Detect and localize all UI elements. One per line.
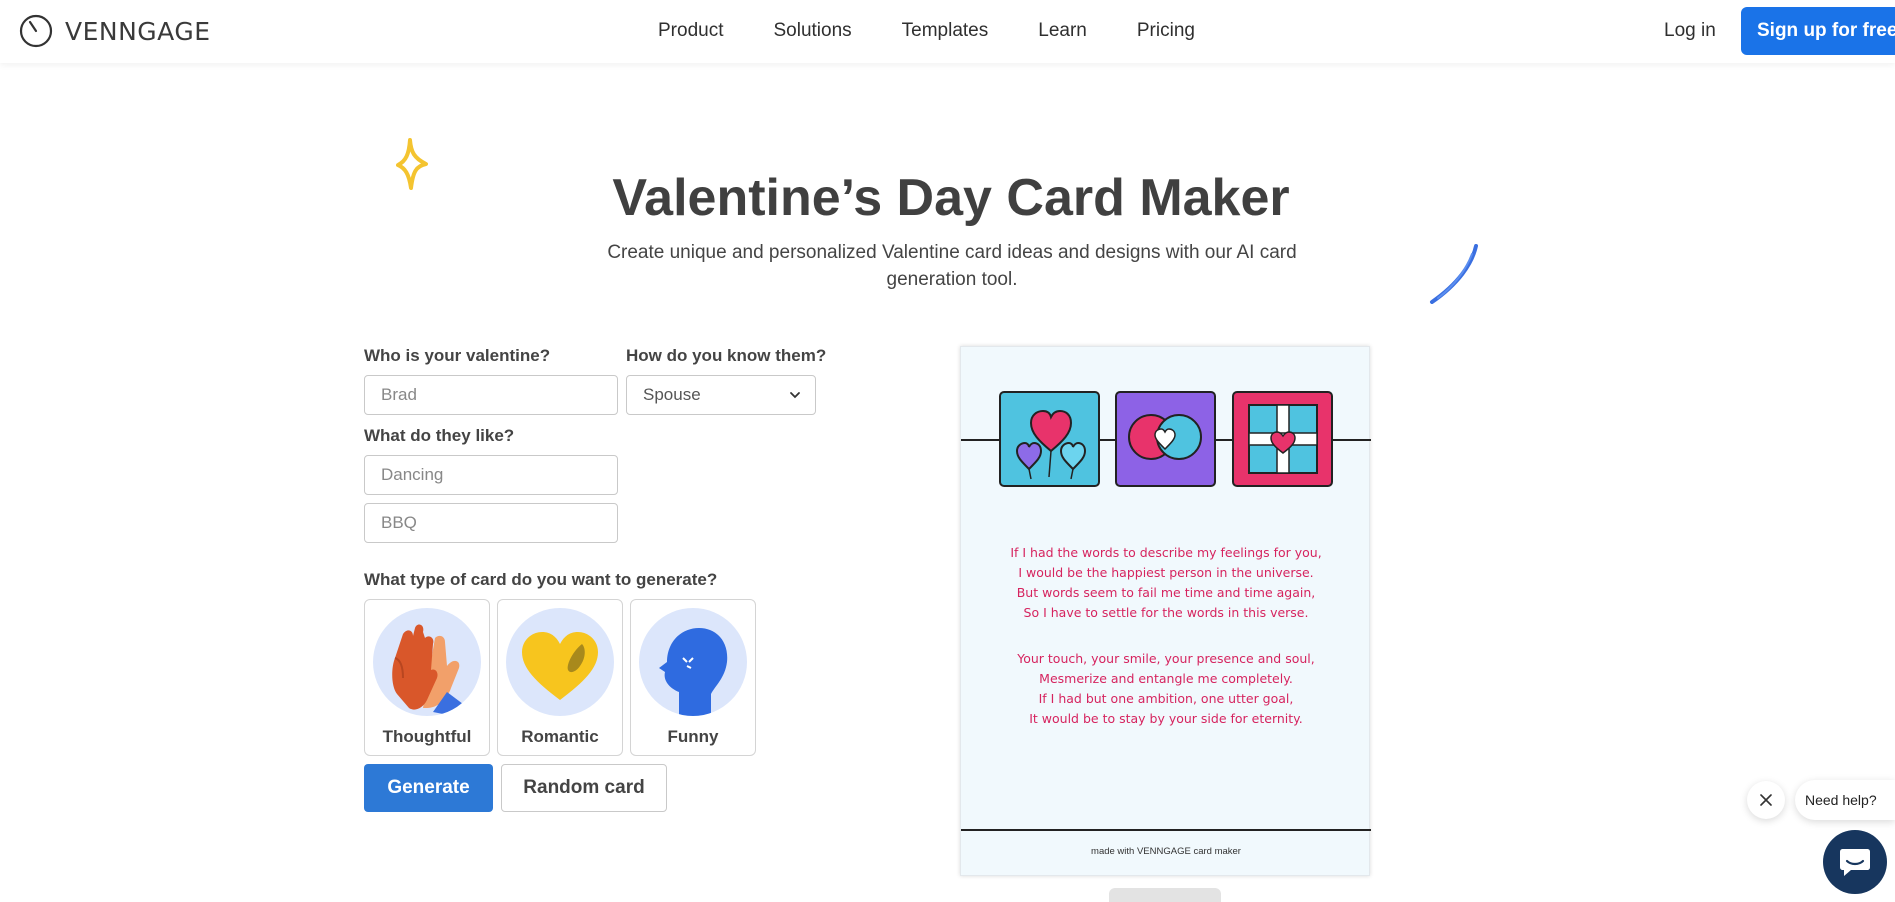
nav-product[interactable]: Product: [658, 20, 723, 42]
poem-line: I would be the happiest person in the un…: [1018, 565, 1314, 580]
poem-line: It would be to stay by your side for ete…: [1029, 711, 1303, 726]
login-link[interactable]: Log in: [1664, 20, 1716, 42]
poem-stanza-1: If I had the words to describe my feelin…: [961, 543, 1371, 623]
chevron-down-icon: [790, 392, 800, 399]
help-message[interactable]: Need help?: [1795, 780, 1895, 820]
nav-pricing[interactable]: Pricing: [1137, 20, 1195, 42]
relationship-label: How do you know them?: [626, 346, 827, 365]
laughing-face-icon: [659, 628, 728, 716]
funny-illustration: [639, 608, 747, 716]
poem-line: Mesmerize and entangle me completely.: [1039, 671, 1293, 686]
heart-icon: [522, 632, 598, 700]
funny-label: Funny: [667, 727, 719, 746]
brand-name: VENNGAGE: [65, 16, 211, 46]
card-type-thoughtful[interactable]: Thoughtful: [364, 599, 490, 756]
chat-icon: [1840, 849, 1870, 876]
generate-button[interactable]: Generate: [364, 764, 493, 812]
thoughtful-label: Thoughtful: [382, 727, 472, 746]
interest-input-2[interactable]: [364, 503, 618, 543]
poem-line: But words seem to fail me time and time …: [1016, 585, 1316, 600]
help-close-button[interactable]: [1747, 781, 1785, 819]
poem-line: Your touch, your smile, your presence an…: [1017, 651, 1315, 666]
poem-line: If I had but one ambition, one utter goa…: [1038, 691, 1294, 706]
card-preview: If I had the words to describe my feelin…: [960, 346, 1371, 876]
nav-templates[interactable]: Templates: [902, 20, 989, 42]
valentine-name-label: Who is your valentine?: [364, 346, 551, 365]
chat-bubbles-icon: [1115, 391, 1216, 487]
high-five-icon: [392, 624, 463, 716]
main-menu: Product Solutions Templates Learn Pricin…: [658, 20, 1245, 42]
chat-support-button[interactable]: [1823, 830, 1887, 894]
poem-stanza-2: Your touch, your smile, your presence an…: [961, 649, 1371, 729]
top-navigation: VENNGAGE Product Solutions Templates Lea…: [0, 0, 1895, 63]
poem-line: If I had the words to describe my feelin…: [1010, 545, 1322, 560]
card-icons-row: [999, 391, 1333, 487]
romantic-label: Romantic: [521, 727, 599, 746]
relationship-select[interactable]: Spouse: [626, 375, 816, 415]
nav-solutions[interactable]: Solutions: [773, 20, 851, 42]
balloons-icon: [999, 391, 1100, 487]
relationship-value: Spouse: [643, 385, 701, 404]
thoughtful-illustration: [373, 608, 481, 716]
poem-line: So I have to settle for the words in thi…: [1023, 605, 1309, 620]
card-bottom-line: [961, 829, 1371, 831]
romantic-illustration: [506, 608, 614, 716]
card-type-label: What type of card do you want to generat…: [364, 570, 718, 589]
random-card-button[interactable]: Random card: [501, 764, 667, 812]
nav-learn[interactable]: Learn: [1038, 20, 1087, 42]
interest-input-1[interactable]: [364, 455, 618, 495]
card-type-romantic[interactable]: Romantic: [497, 599, 623, 756]
card-download-tab[interactable]: [1109, 888, 1221, 902]
logo-clock-icon: [19, 14, 53, 48]
page-subtitle: Create unique and personalized Valentine…: [607, 242, 1297, 290]
signup-button[interactable]: Sign up for free: [1741, 7, 1895, 55]
interests-label: What do they like?: [364, 426, 515, 445]
gift-icon: [1232, 391, 1333, 487]
page-title: Valentine’s Day Card Maker: [612, 169, 1290, 227]
card-type-funny[interactable]: Funny: [630, 599, 756, 756]
venngage-logo[interactable]: VENNGAGE: [19, 14, 211, 48]
card-footer: made with VENNGAGE card maker: [1091, 846, 1241, 857]
close-icon: [1760, 794, 1772, 806]
brush-stroke-icon: [1430, 244, 1478, 304]
valentine-name-input[interactable]: [364, 375, 618, 415]
